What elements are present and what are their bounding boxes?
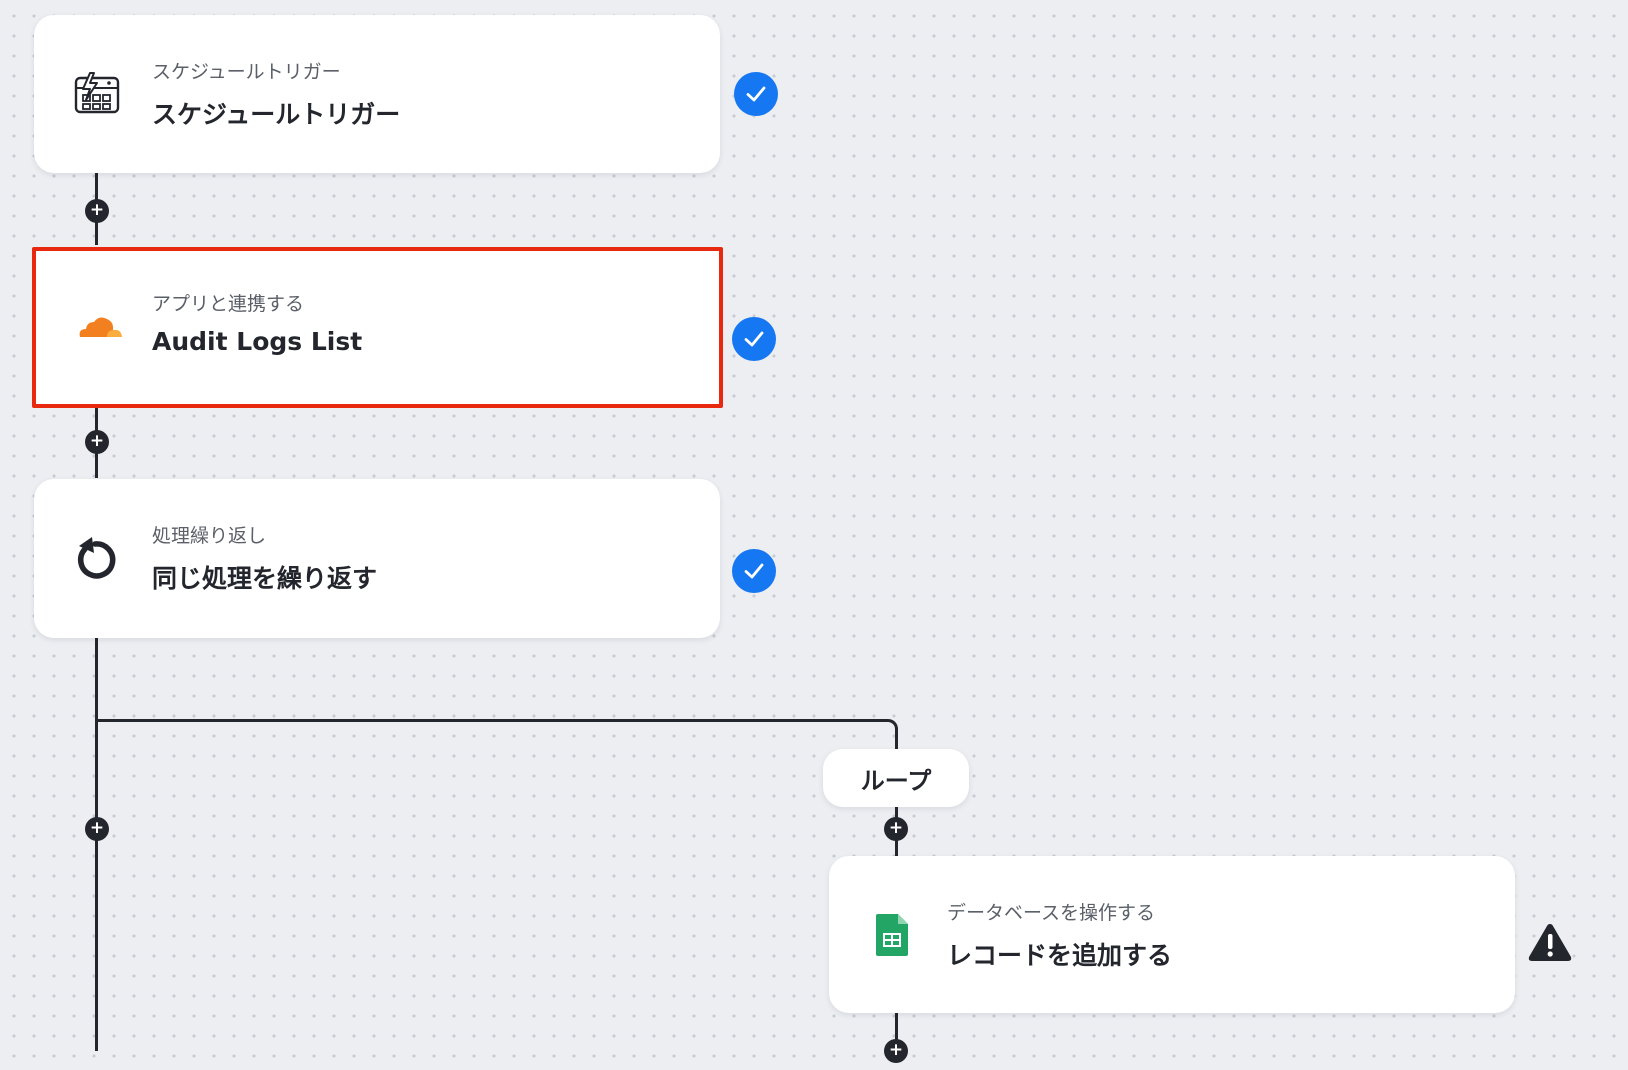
google-sheets-icon <box>867 910 917 960</box>
add-step-button[interactable]: + <box>85 430 109 454</box>
add-step-button[interactable]: + <box>884 1039 908 1063</box>
loop-label[interactable]: ループ <box>823 749 969 807</box>
add-step-button[interactable]: + <box>884 817 908 841</box>
check-icon <box>734 72 778 116</box>
connector-line <box>95 638 98 1051</box>
step-card-audit-logs-list[interactable]: アプリと連携する Audit Logs List <box>32 247 723 408</box>
warning-icon <box>1527 921 1573 963</box>
step-category: データベースを操作する <box>947 902 1156 924</box>
step-title: 同じ処理を繰り返す <box>152 564 378 593</box>
add-step-button[interactable]: + <box>85 817 109 841</box>
cloudflare-icon <box>74 303 124 353</box>
step-title: Audit Logs List <box>152 327 363 356</box>
step-card-repeat[interactable]: 処理繰り返し 同じ処理を繰り返す <box>34 479 720 638</box>
repeat-icon <box>72 534 122 584</box>
step-card-add-record[interactable]: データベースを操作する レコードを追加する <box>829 856 1515 1013</box>
check-icon <box>732 549 776 593</box>
schedule-trigger-icon <box>72 69 122 119</box>
step-card-schedule-trigger[interactable]: スケジュールトリガー スケジュールトリガー <box>34 15 720 173</box>
add-step-button[interactable]: + <box>85 199 109 223</box>
step-title: スケジュールトリガー <box>152 100 401 129</box>
step-category: スケジュールトリガー <box>152 61 341 83</box>
step-category: 処理繰り返し <box>152 525 267 547</box>
step-title: レコードを追加する <box>947 941 1173 970</box>
workflow-canvas: スケジュールトリガー スケジュールトリガー + アプリと連携する Audit L… <box>0 0 1628 1070</box>
step-category: アプリと連携する <box>152 293 305 315</box>
loop-branch-line <box>95 719 898 749</box>
check-icon <box>732 317 776 361</box>
